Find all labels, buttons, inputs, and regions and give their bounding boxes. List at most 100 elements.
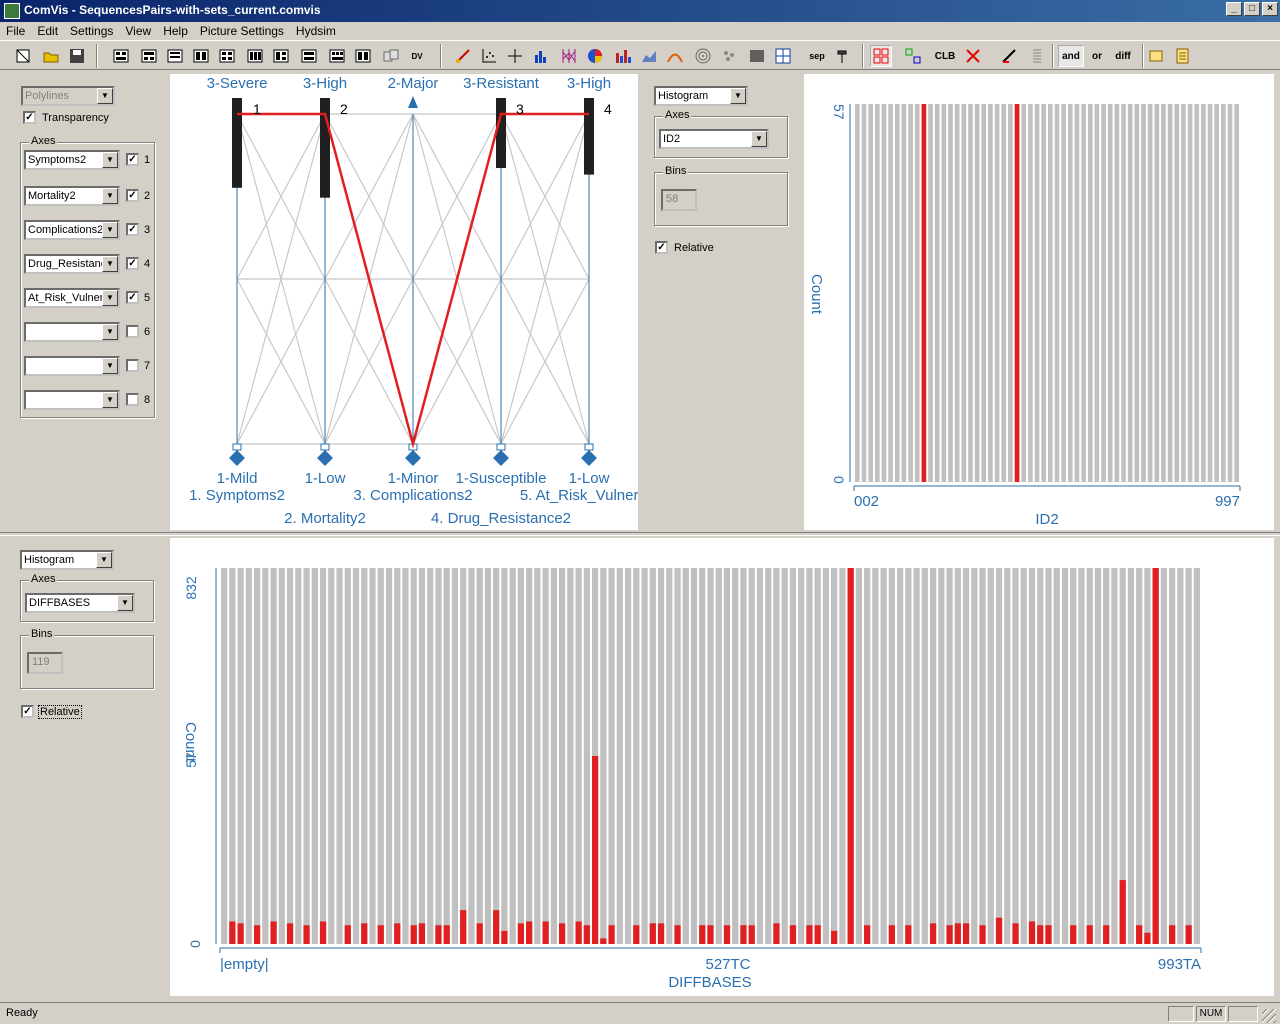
hist-bottom-axis-select[interactable]: DIFFBASES ▼ [25, 593, 135, 613]
scatterplot-icon[interactable] [478, 45, 500, 67]
menu-file[interactable]: File [0, 22, 31, 40]
hist-top-axis-select[interactable]: ID2 ▼ [659, 129, 769, 149]
select-red-icon[interactable] [870, 45, 892, 67]
histogram-bar [361, 568, 368, 944]
axis-select-8[interactable]: ▼ [24, 390, 120, 410]
save-icon[interactable] [66, 45, 88, 67]
axis-enable-checkbox-5[interactable]: ✓ [126, 291, 139, 304]
axis-enable-checkbox-7[interactable] [126, 359, 139, 372]
menu-help[interactable]: Help [157, 22, 194, 40]
chevron-down-icon: ▼ [96, 552, 112, 568]
resize-grip-icon[interactable] [1262, 1009, 1276, 1023]
layout-8-icon[interactable] [298, 45, 320, 67]
histogram-bar [1181, 104, 1186, 482]
hist-top-relative-checkbox[interactable]: ✓ [655, 241, 668, 254]
hist-top-axes-label: Axes [663, 109, 692, 121]
layout-3-icon[interactable] [164, 45, 186, 67]
axis-select-6[interactable]: ▼ [24, 322, 120, 342]
histogram-icon[interactable] [612, 45, 634, 67]
layout-5-icon[interactable] [216, 45, 238, 67]
matrix-icon[interactable] [772, 45, 794, 67]
histogram-bar-highlight [649, 923, 656, 944]
menu-settings[interactable]: Settings [64, 22, 119, 40]
hist-bottom-bins-field[interactable]: 119 [27, 652, 63, 674]
axis-select-3[interactable]: Complications2 ▼ [24, 220, 120, 240]
axis-select-2[interactable]: Mortality2 ▼ [24, 186, 120, 206]
axis-enable-checkbox-1[interactable]: ✓ [126, 153, 139, 166]
hist-top-panel[interactable]: 57 0 Count 002 997 ID2 [804, 74, 1274, 530]
brush-icon[interactable] [452, 45, 474, 67]
hist-bottom-type-select[interactable]: Histogram ▼ [20, 550, 114, 570]
heat-icon[interactable] [664, 45, 686, 67]
parallel-coords-icon[interactable] [558, 45, 580, 67]
and-button[interactable]: and [1058, 45, 1084, 67]
histogram-bar [1001, 104, 1007, 482]
list-icon[interactable] [1026, 45, 1048, 67]
view-mode-select[interactable]: Polylines ▼ [21, 86, 115, 106]
axis-select-7[interactable]: ▼ [24, 356, 120, 376]
layout-1-icon[interactable] [110, 45, 132, 67]
axis-enable-checkbox-4[interactable]: ✓ [126, 257, 139, 270]
hist-top-bins-field[interactable]: 58 [661, 189, 697, 211]
title-bar: ComVis - SequencesPairs-with-sets_curren… [0, 0, 1280, 22]
hammer-icon[interactable] [832, 45, 854, 67]
or-button[interactable]: or [1086, 45, 1108, 67]
new-icon[interactable] [12, 45, 34, 67]
histogram-bar [633, 568, 640, 944]
axis-handle [232, 443, 242, 451]
diff-button[interactable]: diff [1110, 45, 1136, 67]
layout-6-icon[interactable] [244, 45, 266, 67]
layout-10-icon[interactable] [352, 45, 374, 67]
select-green-icon[interactable] [902, 45, 924, 67]
axis-select-1[interactable]: Symptoms2 ▼ [24, 150, 120, 170]
scatter-cloud-icon[interactable] [718, 45, 740, 67]
menu-edit[interactable]: Edit [31, 22, 64, 40]
hist-bottom-chart[interactable]: 832570Count|empty| 527TC 993TADIFFBASES [170, 538, 1274, 996]
parallel-coordinates-chart[interactable]: 3-Severe1-Mild3-High1-Low2-Major1-Minor3… [170, 74, 650, 530]
axis-enable-checkbox-3[interactable]: ✓ [126, 223, 139, 236]
hist-bottom-relative-label: Relative [38, 705, 82, 719]
sep-icon[interactable]: sep [806, 45, 828, 67]
open-folder-icon[interactable] [40, 45, 62, 67]
axis-arrow-up-icon [408, 96, 418, 108]
pen-icon[interactable] [998, 45, 1020, 67]
maximize-button[interactable]: □ [1244, 2, 1260, 16]
layout-7-icon[interactable] [270, 45, 292, 67]
windows-icon[interactable] [380, 45, 402, 67]
area-chart-icon[interactable] [638, 45, 660, 67]
hist-bottom-relative-checkbox[interactable]: ✓ [21, 705, 34, 718]
axis-enable-checkbox-2[interactable]: ✓ [126, 189, 139, 202]
close-button[interactable]: × [1262, 2, 1278, 16]
hist-top-type-select[interactable]: Histogram ▼ [654, 86, 748, 106]
layout-9-icon[interactable] [326, 45, 348, 67]
clear-icon[interactable] [962, 45, 984, 67]
histogram-bar [402, 568, 409, 944]
export-image-icon[interactable] [1146, 45, 1168, 67]
hist-bottom-panel[interactable]: 832 57 0 Count |empty| 527TC 993TA DIFFBASES [170, 538, 1274, 996]
layout-4-icon[interactable] [190, 45, 212, 67]
spiral-icon[interactable] [692, 45, 714, 67]
pie-chart-icon[interactable] [584, 45, 606, 67]
dv-icon[interactable]: DV [406, 45, 428, 67]
menu-picture-settings[interactable]: Picture Settings [194, 22, 290, 40]
transparency-checkbox[interactable]: ✓ [23, 111, 36, 124]
histogram-bar [221, 568, 228, 944]
hist-top-chart[interactable]: 57 0 Count 002 997 ID2 [804, 74, 1274, 530]
bar-chart-icon[interactable] [530, 45, 552, 67]
menu-view[interactable]: View [119, 22, 157, 40]
menu-hydsim[interactable]: Hydsim [290, 22, 342, 40]
surface-icon[interactable] [746, 45, 768, 67]
axes-icon[interactable] [504, 45, 526, 67]
layout-2-icon[interactable] [138, 45, 160, 67]
axis-enable-checkbox-6[interactable] [126, 325, 139, 338]
histogram-bar [286, 568, 294, 944]
axis-enable-checkbox-8[interactable] [126, 393, 139, 406]
axis-select-4[interactable]: Drug_Resistance ▼ [24, 254, 120, 274]
histogram-bar [1174, 104, 1180, 482]
parallel-coordinates-panel[interactable]: 3-Severe 1-Mild 3-High 1-Low 2-Major 1-Minor 3… [170, 74, 650, 530]
clb-button[interactable]: CLB [934, 45, 956, 67]
pane-divider[interactable] [0, 532, 1280, 536]
axis-select-5[interactable]: At_Risk_Vulnerable ▼ [24, 288, 120, 308]
minimize-button[interactable]: _ [1226, 2, 1242, 16]
notes-icon[interactable] [1172, 45, 1194, 67]
